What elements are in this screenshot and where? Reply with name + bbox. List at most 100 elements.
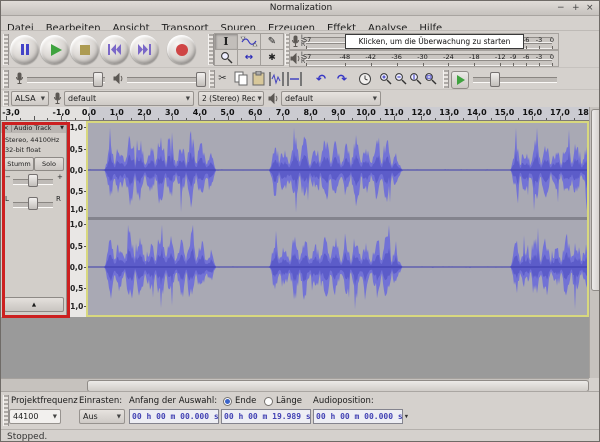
play-at-speed-button[interactable] [451,71,469,89]
mute-button[interactable]: Stumm [4,157,34,171]
output-volume-thumb[interactable] [196,72,206,87]
meter-scale-tick [306,63,307,66]
amplitude-label: -1,0 [67,302,83,311]
copy-button[interactable] [232,69,249,88]
draw-tool[interactable]: ✎ [260,33,284,50]
collapse-track-button[interactable]: ▲ [4,297,64,312]
input-volume-thumb[interactable] [93,72,103,87]
audio-position-value: 00 h 00 m 00.000 s [316,412,403,421]
trim-button[interactable] [268,69,285,88]
end-radio[interactable] [223,397,232,406]
track-menu-icon[interactable]: ▼ [60,125,66,131]
play-speed-slider[interactable] [473,77,557,83]
speaker-icon [290,53,301,64]
zoom-out-button[interactable] [393,69,408,88]
selection-start-field[interactable]: 00 h 00 m 00.000 s▼ [129,409,219,424]
track-close-icon[interactable]: × [1,124,12,132]
ruler-tick [34,116,35,120]
waveform-left-channel[interactable] [88,123,587,217]
trans-grip[interactable] [443,70,449,88]
device-grip[interactable] [3,91,9,106]
pause-button[interactable] [10,35,39,64]
output-device-select[interactable]: default▼ [281,91,381,106]
record-meter[interactable]: L R Klicken, um die Überwachung zu start… [289,33,559,50]
play-speed-thumb[interactable] [490,72,500,87]
rate-select[interactable]: 44100▼ [9,409,61,424]
length-radio-label[interactable]: Länge [276,396,302,406]
meter-scale-label: -3 [536,53,542,61]
selection-end-field[interactable]: 00 h 00 m 19.989 s▼ [221,409,311,424]
skip-start-button[interactable] [100,35,129,64]
pencil-icon: ✎ [268,36,276,47]
horizontal-scrollbar[interactable] [1,378,589,391]
vertical-scrollbar-thumb[interactable] [591,109,600,291]
envelope-tool[interactable] [237,33,261,50]
track-view[interactable] [86,121,589,317]
ruler-tick [546,118,547,120]
minimize-icon[interactable]: − [557,3,565,13]
audio-position-field[interactable]: 00 h 00 m 00.000 s▼ [313,409,403,424]
meter-scale-label: -48 [340,53,351,61]
multi-tool[interactable]: ✱ [260,49,284,66]
end-radio-label[interactable]: Ende [235,396,256,406]
snap-select[interactable]: Aus▼ [79,409,125,424]
selection-tool[interactable]: I [214,33,238,50]
amplitude-label: 0,5 [67,242,83,251]
paste-button[interactable] [250,69,267,88]
cut-button[interactable]: ✂ [214,69,231,88]
undo-button[interactable]: ↶ [311,69,331,88]
redo-button[interactable]: ↷ [332,69,352,88]
audio-host-select[interactable]: ALSA▼ [11,91,49,106]
close-icon[interactable]: × [586,3,594,13]
gain-slider-thumb[interactable] [28,174,38,187]
ruler-label: 15,0 [495,108,515,117]
length-radio[interactable] [264,397,273,406]
selection-start-label: Anfang der Auswahl: [129,396,217,406]
meter-scale-tick [397,63,398,66]
toolbar-grip[interactable] [3,34,9,65]
amplitude-label: 0,5 [67,145,83,154]
zoom-in-button[interactable] [378,69,393,88]
maximize-icon[interactable]: + [572,3,580,13]
zoom-in-icon [379,72,392,85]
silence-icon [287,72,302,86]
amplitude-label: -1,0 [67,205,83,214]
zoom-selection-button[interactable] [408,69,423,88]
stop-button[interactable] [70,35,99,64]
microphone-icon [291,35,300,48]
vertical-scrollbar[interactable] [589,107,600,378]
play-icon [51,44,62,56]
ibeam-icon: I [223,35,228,48]
silence-button[interactable] [286,69,303,88]
empty-track-area[interactable] [1,317,589,378]
waveform-center-line [88,170,587,171]
ruler-tick [408,118,409,120]
play-button[interactable] [40,35,69,64]
amplitude-label: 1,0 [67,123,83,132]
pan-slider-thumb[interactable] [28,197,38,210]
ruler-label: 4,0 [193,108,207,117]
zoom-fit-button[interactable] [423,69,438,88]
record-button[interactable] [167,35,196,64]
playback-meter[interactable]: L R -57-48-42-36-30-24-18-12-9-6-30 [289,50,559,67]
track-header[interactable]: × Audio Track ▼ [1,122,66,133]
timeline-ruler[interactable]: -3,0-1,00,01,02,03,04,05,06,07,08,09,010… [1,107,589,121]
output-volume-slider[interactable] [127,77,205,83]
input-device-value: default [68,94,96,103]
zoom-tool[interactable] [214,49,238,66]
amplitude-ruler[interactable]: 1,00,50,0-0,5-1,01,00,50,0-0,5-1,0 [67,121,87,317]
audio-host-value: ALSA [15,94,36,103]
sync-lock-button[interactable] [356,69,373,88]
ruler-label: 7,0 [276,108,290,117]
input-device-select[interactable]: default▼ [64,91,194,106]
ruler-label: 17,0 [550,108,570,117]
monitoring-tooltip[interactable]: Klicken, um die Überwachung zu starten [345,34,524,49]
title-bar[interactable]: Normalization − + × [1,1,600,16]
waveform-right-channel[interactable] [88,220,587,314]
skip-end-button[interactable] [130,35,159,64]
magnifier-icon [220,51,233,64]
mixer-grip[interactable] [3,70,9,88]
time-shift-tool[interactable]: ↔ [237,49,261,66]
record-channels-select[interactable]: 2 (Stereo) Rec▼ [198,91,264,106]
solo-button[interactable]: Solo [34,157,64,171]
